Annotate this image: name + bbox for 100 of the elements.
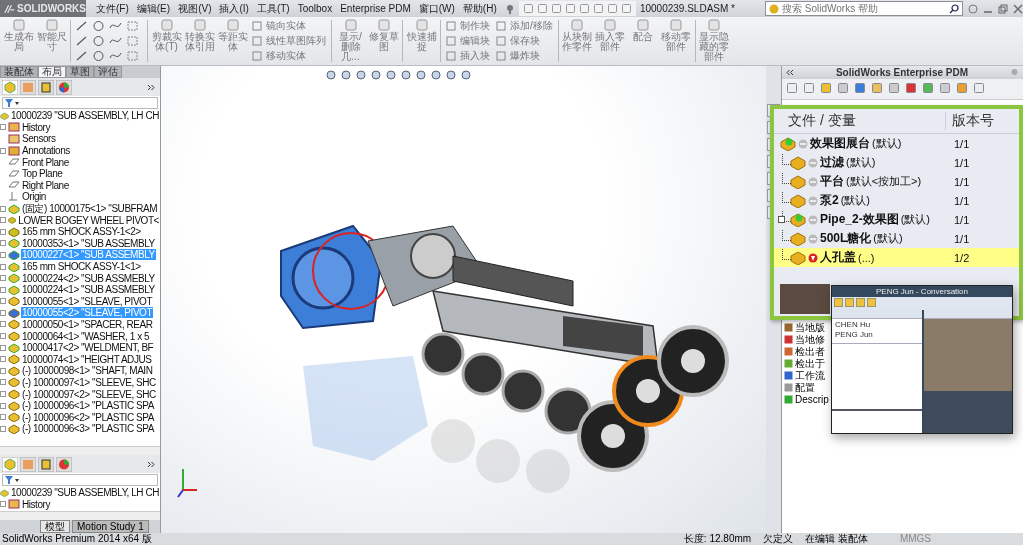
tree-item[interactable]: (-) 10000096<1> "PLASTIC SPA <box>21 400 155 412</box>
pin-icon[interactable] <box>504 3 515 14</box>
toolbar-icon[interactable] <box>522 3 534 14</box>
ribbon-button[interactable]: 修复草图 <box>368 17 399 65</box>
tree-item[interactable]: 10000050<1> "SPACER, REAR <box>21 319 154 330</box>
graphics-area[interactable] <box>161 66 766 533</box>
ribbon-button[interactable]: 插入零部件 <box>594 17 626 65</box>
tree-item[interactable]: Top Plane <box>21 168 64 180</box>
circle-icon[interactable] <box>92 20 105 33</box>
tree-item[interactable]: (-) 10000098<1> "SHAFT, MAIN <box>21 365 154 377</box>
ribbon-button[interactable]: 移动零部件 <box>660 17 692 65</box>
toolbar-icon[interactable] <box>922 82 935 94</box>
ribbon-button[interactable]: 转换实体引用 <box>184 17 215 65</box>
tree-item[interactable]: 10000353<1> "SUB ASSEMBLY <box>21 237 156 249</box>
menu-item[interactable]: 插入(I) <box>215 1 253 16</box>
view-tool-icon[interactable] <box>339 69 352 81</box>
expand-icon[interactable] <box>778 216 785 223</box>
toolbar-icon[interactable] <box>956 82 969 94</box>
toolbar-icon[interactable] <box>803 82 816 94</box>
panel-tab[interactable]: 装配体 <box>0 66 38 78</box>
view-tool-icon[interactable] <box>459 69 472 81</box>
tree-item[interactable]: (-) 10000096<2> "PLASTIC SPA <box>21 411 155 423</box>
filter-field[interactable] <box>2 474 158 486</box>
toolbar-icon[interactable] <box>536 3 548 14</box>
ribbon-button[interactable]: 智能尺寸 <box>36 17 67 65</box>
tree-item[interactable]: Sensors <box>21 133 57 145</box>
menu-item[interactable]: Toolbox <box>293 3 337 14</box>
tree-item[interactable]: LOWER BOGEY WHEEL PIVOT< <box>17 214 160 226</box>
ribbon-button[interactable]: 等距实体 <box>217 17 248 65</box>
toolbar-icon[interactable] <box>578 3 590 14</box>
appearance-tab-icon[interactable] <box>56 79 72 95</box>
toolbar-icon[interactable] <box>606 3 618 14</box>
ribbon-button[interactable]: 生成布局 <box>3 17 34 65</box>
toolbar-icon[interactable] <box>564 3 576 14</box>
tree-item[interactable]: 10000224<1> "SUB ASSMEBLY <box>21 284 156 296</box>
menu-item[interactable]: 窗口(W) <box>414 1 459 16</box>
filter-icon[interactable] <box>5 475 19 485</box>
contact-item[interactable]: CHEN Hu <box>835 320 919 330</box>
ribbon-button[interactable]: 剪裁实体(T) <box>151 17 182 65</box>
ribbon-button[interactable]: 插入块 <box>446 49 490 64</box>
file-row[interactable]: 过滤 (默认) 1/1 <box>774 153 1019 172</box>
message-input[interactable] <box>832 409 922 433</box>
tree-item[interactable]: Annotations <box>21 145 71 157</box>
tree-item[interactable]: 10000239 "SUB ASSEMBLY, LH CH <box>10 110 160 122</box>
tree-item[interactable]: 165 mm SHOCK ASSY-1<1> <box>21 261 142 272</box>
file-row[interactable]: 500L糖化 (默认) 1/1 <box>774 229 1019 248</box>
line-icon[interactable] <box>75 20 88 33</box>
view-tool-icon[interactable] <box>384 69 397 81</box>
column-header[interactable]: 文件 / 变量 <box>774 112 946 130</box>
ribbon-button[interactable]: 显示/删除几... <box>335 17 366 65</box>
tree-item[interactable]: 165 mm SHOCK ASSY-1<2> <box>21 226 142 238</box>
pin-icon[interactable] <box>1010 68 1019 77</box>
toolbar-icon[interactable] <box>837 82 850 94</box>
tree-item[interactable]: 10000239 "SUB ASSEMBLY, LH CH <box>10 487 160 499</box>
tree-item[interactable]: 10000064<1> "WASHER, 1 x 5 <box>21 330 151 342</box>
tree-item[interactable]: 10000417<2> "WELDMENT, BF <box>21 342 155 354</box>
file-row[interactable]: 效果图展台 (默认) 1/1 <box>774 134 1019 153</box>
tree-item[interactable]: (-) 10000097<2> "SLEEVE, SHC <box>21 388 157 400</box>
ribbon-button[interactable]: 快速捕捉 <box>406 17 437 65</box>
menu-item[interactable]: 工具(T) <box>252 1 294 16</box>
tree-item[interactable]: 10000074<1> "HEIGHT ADJUS <box>21 353 153 365</box>
tree-item[interactable]: Right Plane <box>21 179 70 191</box>
scrollbar[interactable] <box>0 446 160 455</box>
ribbon-button[interactable]: 保存块 <box>496 34 553 48</box>
configuration-tab-icon[interactable] <box>38 79 54 95</box>
toolbar-icon[interactable] <box>939 82 952 94</box>
column-header[interactable]: 版本号 <box>946 112 994 130</box>
menu-item[interactable]: Enterprise PDM <box>336 3 415 14</box>
appearance-tab-icon[interactable] <box>56 456 72 472</box>
chevron-icon[interactable] <box>147 460 155 468</box>
view-tool-icon[interactable] <box>399 69 412 81</box>
tree-item[interactable]: (固定) 10000175<1> "SUBFRAM <box>21 203 159 215</box>
panel-tab[interactable]: 草图 <box>66 66 94 78</box>
ribbon-button[interactable]: 移动实体 <box>252 49 326 64</box>
tree-item[interactable]: (-) 10000096<3> "PLASTIC SPA <box>21 423 155 435</box>
ribbon-button[interactable]: 制作块 <box>446 18 490 33</box>
model-tab[interactable]: 模型 <box>40 520 70 533</box>
ribbon-button[interactable]: 添加/移除 <box>496 18 553 33</box>
file-row[interactable]: 泵2 (默认) 1/1 <box>774 191 1019 210</box>
filter-field[interactable] <box>2 97 158 109</box>
view-tool-icon[interactable] <box>369 69 382 81</box>
toolbar-icon[interactable] <box>550 3 562 14</box>
view-tool-icon[interactable] <box>444 69 457 81</box>
tree-item[interactable]: History <box>21 121 51 133</box>
search-field[interactable]: 搜索 SolidWorks 帮助 <box>765 1 963 16</box>
tree-item[interactable]: Origin <box>21 191 47 203</box>
menu-item[interactable]: 编辑(E) <box>132 1 175 16</box>
ribbon-button[interactable]: 显示隐藏的零部件 <box>698 17 730 65</box>
tree-item[interactable]: (-) 10000097<1> "SLEEVE, SHC <box>21 376 157 388</box>
menu-item[interactable]: 文件(F) <box>92 1 133 16</box>
toolbar-icon[interactable] <box>592 3 604 14</box>
file-row[interactable]: Pipe_2-效果图 (默认) 1/1 <box>774 210 1019 229</box>
file-row[interactable]: 人孔盖 (...) 1/2 <box>774 248 1019 267</box>
ribbon-button[interactable]: 镜向实体 <box>252 18 326 33</box>
toolbar-icon[interactable] <box>786 82 799 94</box>
toolbar-icon[interactable] <box>871 82 884 94</box>
help-icon[interactable] <box>968 3 978 14</box>
toolbar-icon[interactable] <box>854 82 867 94</box>
restore-icon[interactable] <box>998 3 1008 14</box>
close-icon[interactable] <box>1013 3 1023 14</box>
